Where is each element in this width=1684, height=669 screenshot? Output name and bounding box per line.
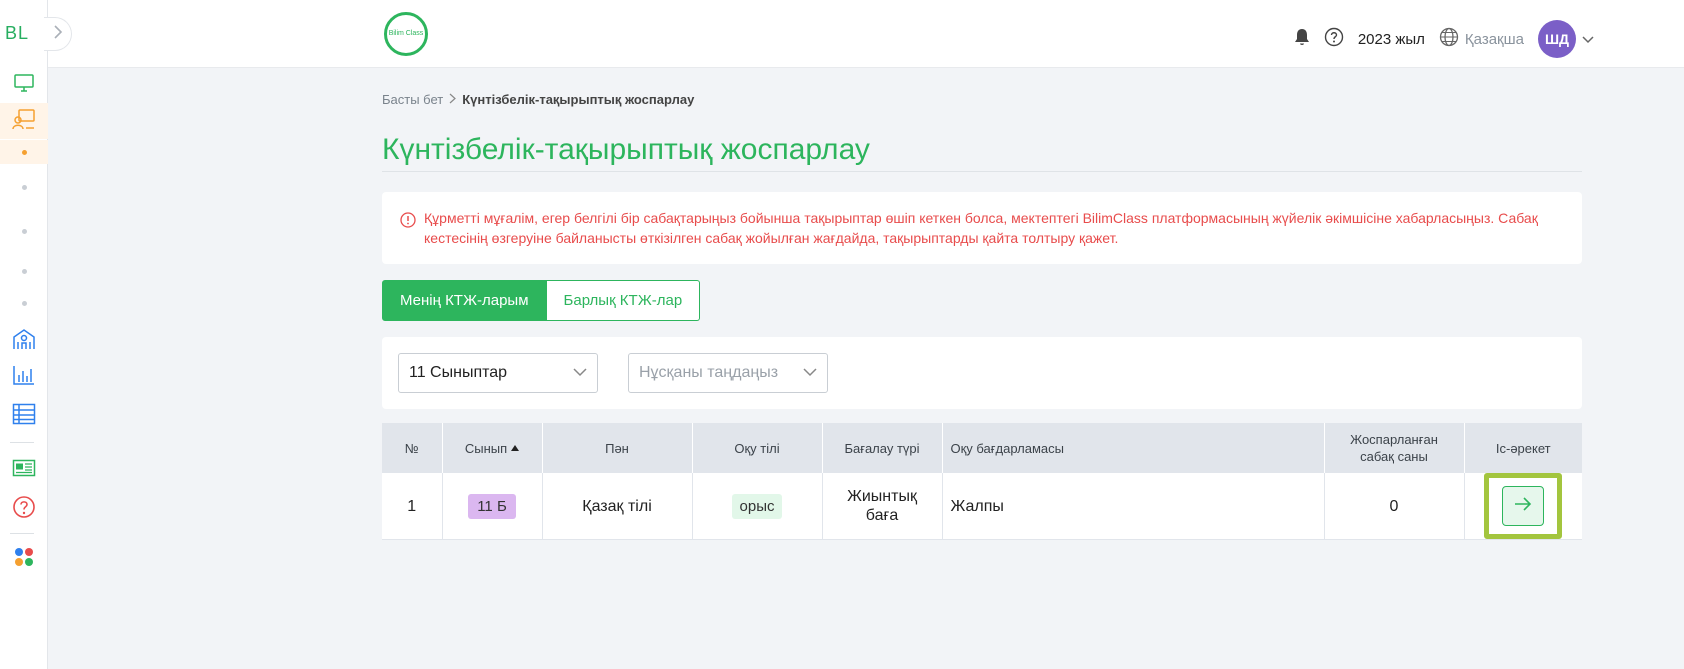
sidebar-divider <box>10 442 34 443</box>
cell-class: 11 Б <box>442 473 543 540</box>
cell-assessment: Жиынтық баға <box>822 473 943 540</box>
ktp-table: № Сынып Пән Оқу тілі Бағалау түрі Оқу ба… <box>382 423 1582 540</box>
sidebar-subitem-2[interactable] <box>0 178 48 196</box>
class-select-value: 11 Сыныптар <box>409 364 508 381</box>
top-header: Bilim Class 2023 жыл Қазақша ШД <box>48 0 1684 68</box>
news-icon <box>12 459 36 482</box>
info-alert: Құрметті мұғалім, егер белгілі бір сабақ… <box>382 192 1582 264</box>
filters-panel: 11 Сыныптар Нұсқаны таңдаңыз <box>382 337 1582 409</box>
sidebar-item-schedule[interactable] <box>0 400 48 432</box>
help-circle-icon <box>12 495 36 524</box>
monitor-icon <box>13 73 35 98</box>
col-num: № <box>382 423 443 473</box>
bullet-dot-icon <box>21 228 27 234</box>
globe-icon <box>1439 27 1459 51</box>
action-highlight <box>1484 473 1563 539</box>
chevron-right-icon <box>449 92 457 107</box>
ktp-tabs: Менің КТЖ-ларым Барлық КТЖ-лар <box>382 280 1582 321</box>
main-content: Басты бет Күнтізбелік-тақырыптық жоспарл… <box>382 68 1582 540</box>
table-grid-icon <box>12 403 36 430</box>
col-class-label: Сынып <box>464 440 508 456</box>
bilimclass-logo[interactable]: Bilim Class <box>384 12 428 56</box>
page-title: Күнтізбелік-тақырыптық жоспарлау <box>382 133 1582 172</box>
sidebar: BL <box>0 0 48 669</box>
tab-all-ktp[interactable]: Барлық КТЖ-лар <box>546 280 701 321</box>
sort-asc-icon <box>511 444 520 451</box>
variant-select[interactable]: Нұсқаны таңдаңыз <box>628 353 828 393</box>
header-actions: 2023 жыл Қазақша ШД <box>1294 20 1594 58</box>
bullet-dot-icon <box>21 149 27 155</box>
sidebar-subitem-5[interactable] <box>0 294 48 312</box>
sidebar-item-news[interactable] <box>0 456 48 484</box>
table-header-row: № Сынып Пән Оқу тілі Бағалау түрі Оқу ба… <box>382 423 1582 473</box>
sidebar-subitem-4[interactable] <box>0 262 48 280</box>
col-assessment: Бағалау түрі <box>822 423 943 473</box>
cell-program: Жалпы <box>942 473 1325 540</box>
chevron-right-icon <box>53 24 63 44</box>
breadcrumb-home[interactable]: Басты бет <box>382 92 443 107</box>
brand-logo[interactable]: BL <box>5 23 29 44</box>
info-circle-icon <box>400 212 416 233</box>
sidebar-subitem-1[interactable] <box>0 140 48 164</box>
cell-action <box>1464 473 1582 540</box>
tab-my-ktp[interactable]: Менің КТЖ-ларым <box>382 280 547 321</box>
sidebar-item-school[interactable] <box>0 326 48 356</box>
sidebar-item-apps[interactable] <box>0 546 48 572</box>
col-planned: Жоспарланған сабақ саны <box>1324 423 1465 473</box>
language-label: Қазақша <box>1464 30 1524 48</box>
bell-icon[interactable] <box>1294 28 1310 50</box>
sidebar-item-help[interactable] <box>0 494 48 524</box>
school-icon <box>12 328 36 355</box>
chevron-down-icon <box>803 364 817 382</box>
user-menu[interactable]: ШД <box>1538 20 1594 58</box>
sidebar-item-teacher[interactable] <box>0 103 48 139</box>
logo-text: Bilim Class <box>388 30 424 37</box>
alert-text: Құрметті мұғалім, егер белгілі бір сабақ… <box>424 210 1538 246</box>
col-language: Оқу тілі <box>692 423 823 473</box>
cell-subject: Қазақ тілі <box>542 473 693 540</box>
sidebar-item-monitor[interactable] <box>0 70 48 100</box>
col-class[interactable]: Сынып <box>442 423 543 473</box>
language-selector[interactable]: Қазақша <box>1439 27 1524 51</box>
variant-select-placeholder: Нұсқаны таңдаңыз <box>639 364 779 381</box>
sidebar-item-analytics[interactable] <box>0 362 48 392</box>
chevron-down-icon <box>573 364 587 382</box>
help-icon[interactable] <box>1324 27 1344 51</box>
cell-planned: 0 <box>1324 473 1465 540</box>
bullet-dot-icon <box>21 268 27 274</box>
language-badge: орыс <box>731 493 783 519</box>
class-select[interactable]: 11 Сыныптар <box>398 353 598 393</box>
table-row: 1 11 Б Қазақ тілі орыс Жиынтық баға Жалп… <box>382 473 1582 540</box>
sidebar-subitem-3[interactable] <box>0 222 48 240</box>
col-subject: Пән <box>542 423 693 473</box>
cell-language: орыс <box>692 473 823 540</box>
teacher-board-icon <box>12 108 36 135</box>
breadcrumb: Басты бет Күнтізбелік-тақырыптық жоспарл… <box>382 92 1582 107</box>
open-ktp-button[interactable] <box>1502 486 1545 526</box>
chevron-down-icon <box>1582 31 1594 48</box>
chart-bars-icon <box>12 364 36 391</box>
sidebar-divider <box>10 533 34 534</box>
bullet-dot-icon <box>21 300 27 306</box>
avatar: ШД <box>1538 20 1576 58</box>
col-program: Оқу бағдарламасы <box>942 423 1325 473</box>
col-action: Іс-әрекет <box>1464 423 1582 473</box>
class-badge: 11 Б <box>468 493 516 519</box>
apps-dots-icon <box>13 546 35 573</box>
arrow-right-icon <box>1514 496 1532 516</box>
bullet-dot-icon <box>21 184 27 190</box>
year-selector[interactable]: 2023 жыл <box>1358 31 1425 48</box>
cell-num: 1 <box>382 473 443 540</box>
breadcrumb-current: Күнтізбелік-тақырыптық жоспарлау <box>462 92 695 107</box>
